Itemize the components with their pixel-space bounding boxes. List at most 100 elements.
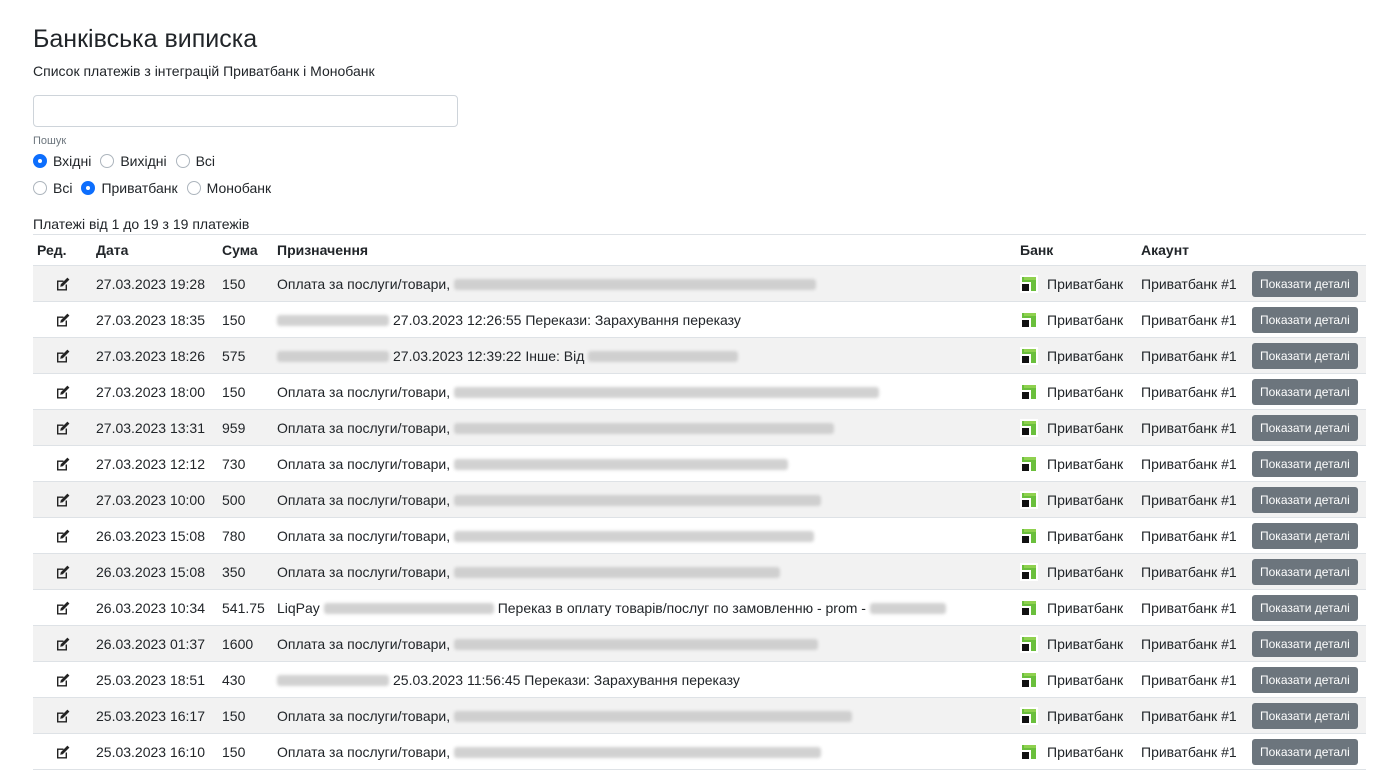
page-subtitle: Список платежів з інтеграцій Приватбанк … bbox=[33, 63, 375, 79]
edit-icon[interactable] bbox=[55, 708, 71, 724]
table-row: 27.03.2023 12:12 730 Оплата за послуги/тов… bbox=[33, 445, 1366, 482]
edit-cell bbox=[33, 265, 92, 302]
purpose-cell: Оплата за послуги/товари, bbox=[273, 697, 1016, 734]
edit-cell bbox=[33, 517, 92, 554]
show-details-button[interactable]: Показати деталі bbox=[1252, 306, 1358, 333]
show-details-button[interactable]: Показати деталі bbox=[1252, 414, 1358, 441]
edit-icon[interactable] bbox=[55, 528, 71, 544]
column-header: Сума bbox=[218, 234, 273, 266]
purpose-cell: Оплата за послуги/товари, bbox=[273, 265, 1016, 302]
account-cell: Приватбанк #1 bbox=[1137, 553, 1248, 590]
table-header-row: Ред. Дата Сума Призначення Банк Акаунт bbox=[33, 234, 1366, 266]
edit-icon[interactable] bbox=[55, 636, 71, 652]
edit-icon[interactable] bbox=[55, 600, 71, 616]
edit-icon[interactable] bbox=[55, 456, 71, 472]
redacted-text bbox=[454, 747, 821, 759]
radio-label: Монобанк bbox=[206, 180, 272, 196]
bank-cell-content: Приватбанк bbox=[1020, 410, 1133, 445]
action-cell: Показати деталі bbox=[1248, 337, 1366, 374]
purpose-text: Оплата за послуги/товари, bbox=[277, 707, 454, 724]
edit-icon[interactable] bbox=[55, 348, 71, 364]
bank-cell-content: Приватбанк bbox=[1020, 626, 1133, 661]
account-cell: Приватбанк #1 bbox=[1137, 517, 1248, 554]
edit-icon[interactable] bbox=[55, 672, 71, 688]
show-details-button[interactable]: Показати деталі bbox=[1252, 594, 1358, 621]
action-cell: Показати деталі bbox=[1248, 697, 1366, 734]
show-details-button[interactable]: Показати деталі bbox=[1252, 666, 1358, 693]
edit-icon[interactable] bbox=[55, 744, 71, 760]
bank-name: Приватбанк bbox=[1047, 383, 1124, 400]
sum-cell: 430 bbox=[218, 661, 273, 698]
show-details-button[interactable]: Показати деталі bbox=[1252, 522, 1358, 549]
bank-cell-content: Приватбанк bbox=[1020, 554, 1133, 589]
date-cell: 27.03.2023 10:00 bbox=[92, 481, 218, 518]
radio-indicator[interactable] bbox=[186, 181, 201, 195]
bank-name: Приватбанк bbox=[1047, 743, 1124, 760]
purpose-cell: Оплата за послуги/товари, bbox=[273, 553, 1016, 590]
purpose-cell: Оплата за послуги/товари, bbox=[273, 445, 1016, 482]
account-cell: Приватбанк #1 bbox=[1137, 481, 1248, 518]
account-cell: Приватбанк #1 bbox=[1137, 337, 1248, 374]
edit-icon[interactable] bbox=[55, 420, 71, 436]
show-details-button[interactable]: Показати деталі bbox=[1252, 702, 1358, 729]
edit-icon[interactable] bbox=[55, 384, 71, 400]
show-details-button[interactable]: Показати деталі bbox=[1252, 630, 1358, 657]
search-label: Пошук bbox=[33, 135, 67, 147]
table-row: 26.03.2023 15:08 780 Оплата за послуги/тов… bbox=[33, 517, 1366, 554]
direction-radio-1[interactable]: Вихідні bbox=[100, 153, 167, 169]
bank-cell: Приватбанк bbox=[1016, 553, 1137, 590]
redacted-text bbox=[454, 567, 780, 579]
bank-cell-content: Приватбанк bbox=[1020, 698, 1133, 733]
edit-icon[interactable] bbox=[55, 312, 71, 328]
purpose-cell: Оплата за послуги/товари, bbox=[273, 481, 1016, 518]
privatbank-logo-icon bbox=[1020, 526, 1038, 545]
sum-cell: 150 bbox=[218, 373, 273, 410]
edit-icon[interactable] bbox=[55, 276, 71, 292]
pagination-summary: Платежі від 1 до 19 з 19 платежів bbox=[33, 216, 250, 232]
redacted-text bbox=[454, 279, 816, 291]
account-cell: Приватбанк #1 bbox=[1137, 301, 1248, 338]
bank-name: Приватбанк bbox=[1047, 671, 1124, 688]
table-row: 26.03.2023 15:08 350 Оплата за послуги/тов… bbox=[33, 553, 1366, 590]
radio-indicator[interactable] bbox=[100, 154, 115, 168]
table-row: 27.03.2023 10:00 500 Оплата за послуги/тов… bbox=[33, 481, 1366, 518]
radio-indicator[interactable] bbox=[33, 154, 47, 168]
sum-cell: 500 bbox=[218, 481, 273, 518]
bank-radio-1[interactable]: Приватбанк bbox=[81, 180, 178, 196]
bank-radio-2[interactable]: Монобанк bbox=[186, 180, 272, 196]
purpose-tail-text: 27.03.2023 12:39:22 Інше: Від bbox=[393, 347, 589, 364]
show-details-button[interactable]: Показати деталі bbox=[1252, 270, 1358, 297]
privatbank-logo-icon bbox=[1020, 562, 1038, 581]
redacted-text bbox=[588, 351, 739, 363]
show-details-button[interactable]: Показати деталі bbox=[1252, 558, 1358, 585]
bank-name: Приватбанк bbox=[1047, 455, 1124, 472]
edit-cell bbox=[33, 301, 92, 338]
show-details-button[interactable]: Показати деталі bbox=[1252, 486, 1358, 513]
radio-indicator[interactable] bbox=[33, 181, 47, 195]
purpose-text: Оплата за послуги/товари, bbox=[277, 275, 454, 292]
action-cell: Показати деталі bbox=[1248, 553, 1366, 590]
purpose-cell: 25.03.2023 11:56:45 Перекази: Зарахуванн… bbox=[273, 661, 1016, 698]
account-cell: Приватбанк #1 bbox=[1137, 409, 1248, 446]
date-cell: 25.03.2023 16:10 bbox=[92, 733, 218, 770]
show-details-button[interactable]: Показати деталі bbox=[1252, 738, 1358, 765]
radio-indicator[interactable] bbox=[81, 181, 96, 195]
edit-icon[interactable] bbox=[55, 492, 71, 508]
redacted-text bbox=[454, 495, 821, 507]
show-details-button[interactable]: Показати деталі bbox=[1252, 342, 1358, 369]
radio-indicator[interactable] bbox=[175, 154, 190, 168]
search-input[interactable] bbox=[33, 95, 458, 127]
bank-radio-0[interactable]: Всі bbox=[33, 180, 72, 196]
purpose-text: Оплата за послуги/товари, bbox=[277, 527, 454, 544]
redacted-text bbox=[454, 639, 818, 651]
privatbank-logo-icon bbox=[1020, 598, 1038, 617]
show-details-button[interactable]: Показати деталі bbox=[1252, 378, 1358, 405]
purpose-cell: Оплата за послуги/товари, bbox=[273, 409, 1016, 446]
redacted-text bbox=[454, 459, 788, 471]
table-row: 27.03.2023 18:00 150 Оплата за послуги/тов… bbox=[33, 373, 1366, 410]
show-details-button[interactable]: Показати деталі bbox=[1252, 450, 1358, 477]
edit-icon[interactable] bbox=[55, 564, 71, 580]
direction-radio-2[interactable]: Всі bbox=[175, 153, 215, 169]
redacted-text bbox=[454, 387, 879, 399]
direction-radio-0[interactable]: Вхідні bbox=[33, 153, 91, 169]
